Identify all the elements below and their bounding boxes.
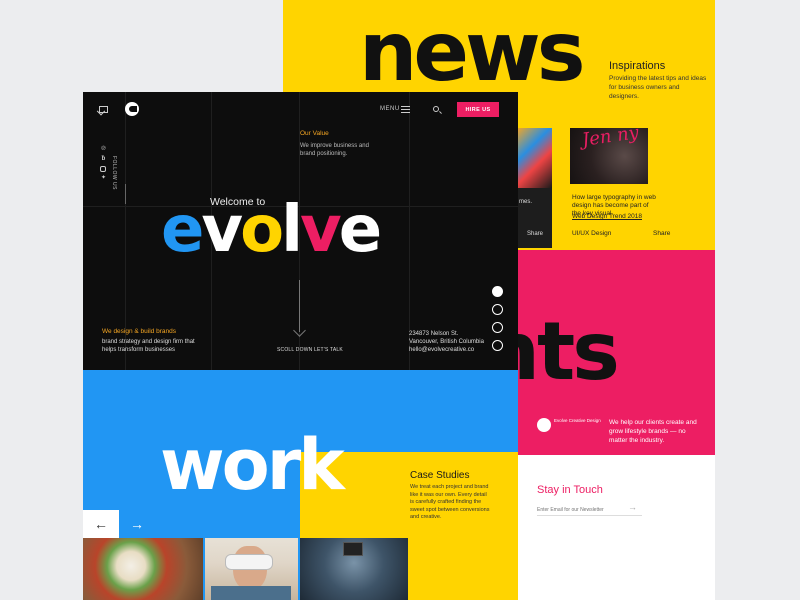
evolve-letter: e — [338, 193, 382, 267]
brands-title: We design & build brands — [102, 328, 176, 335]
next-arrow-button[interactable]: → — [119, 510, 155, 538]
news-card-link[interactable]: Web Design Trend 2018 — [572, 213, 642, 221]
work-heading: work — [160, 424, 345, 506]
stay-in-touch-title: Stay in Touch — [537, 484, 603, 496]
evolve-letter: l — [281, 193, 303, 267]
grid-line — [409, 92, 410, 370]
arrow-down-icon[interactable] — [293, 324, 306, 337]
newsletter-input[interactable] — [537, 504, 642, 516]
hire-us-button[interactable]: HIRE US — [457, 102, 499, 117]
our-value-desc: We improve business and brand positionin… — [300, 143, 369, 157]
phone-icon — [343, 542, 363, 556]
mail-icon[interactable] — [99, 106, 108, 113]
slide-dot[interactable] — [492, 286, 503, 297]
news-card-category[interactable]: UI/UX Design — [572, 230, 611, 238]
evolve-letter: e — [161, 193, 204, 267]
evolve-heading: evolve — [161, 193, 382, 267]
hamburger-icon[interactable] — [401, 106, 410, 113]
prev-arrow-button[interactable]: ← — [83, 510, 119, 538]
share-link[interactable]: Share — [527, 230, 543, 238]
evolve-logo-icon — [537, 418, 551, 432]
search-icon[interactable] — [433, 106, 439, 112]
twitter-icon[interactable]: ✦ — [100, 175, 107, 182]
evolve-letter: v — [300, 193, 342, 267]
address: 234873 Nelson St. Vancouver, British Col… — [409, 331, 484, 353]
share-link[interactable]: Share — [653, 230, 670, 238]
behance-icon[interactable]: ƀ — [100, 156, 107, 163]
news-heading: news — [359, 5, 586, 100]
case-studies-desc: We treat each project and brand like it … — [410, 484, 490, 520]
pinterest-icon[interactable]: ℗ — [100, 146, 107, 153]
arrow-right-icon[interactable]: → — [628, 502, 637, 512]
food-photo[interactable] — [83, 538, 203, 600]
evolve-letter: o — [240, 193, 284, 267]
vr-headset — [225, 554, 273, 570]
brands-desc: brand strategy and design firm that help… — [102, 339, 195, 353]
evolve-logo-icon[interactable] — [125, 102, 139, 116]
news-card-left-image — [517, 128, 552, 188]
main-page: MENU HIRE US ℗ ƀ ✦ FOLLOW US Our Value W… — [83, 92, 518, 600]
person-shirt — [211, 586, 291, 600]
scroll-down-label[interactable]: SCOLL DOWN LET'S TALK — [277, 347, 343, 353]
slide-dot[interactable] — [492, 304, 503, 315]
selfie-photo[interactable] — [300, 538, 408, 600]
hero-section: MENU HIRE US ℗ ƀ ✦ FOLLOW US Our Value W… — [83, 92, 518, 370]
clients-desc: We help our clients create and grow life… — [609, 419, 697, 444]
evolve-letter: v — [201, 193, 243, 267]
menu-label[interactable]: MENU — [380, 106, 400, 112]
vr-photo[interactable] — [205, 538, 298, 600]
inspirations-desc: Providing the latest tips and ideas for … — [609, 75, 707, 100]
evolve-logo-text: Evolve Creative Design — [554, 418, 601, 423]
instagram-icon[interactable] — [100, 166, 106, 172]
inspirations-title: Inspirations — [609, 60, 666, 72]
case-studies-title: Case Studies — [410, 470, 470, 481]
news-card-left-text: mes. — [519, 199, 533, 205]
follow-us-label: FOLLOW US — [111, 156, 117, 190]
our-value-title: Our Value — [300, 130, 329, 137]
divider — [125, 184, 126, 204]
